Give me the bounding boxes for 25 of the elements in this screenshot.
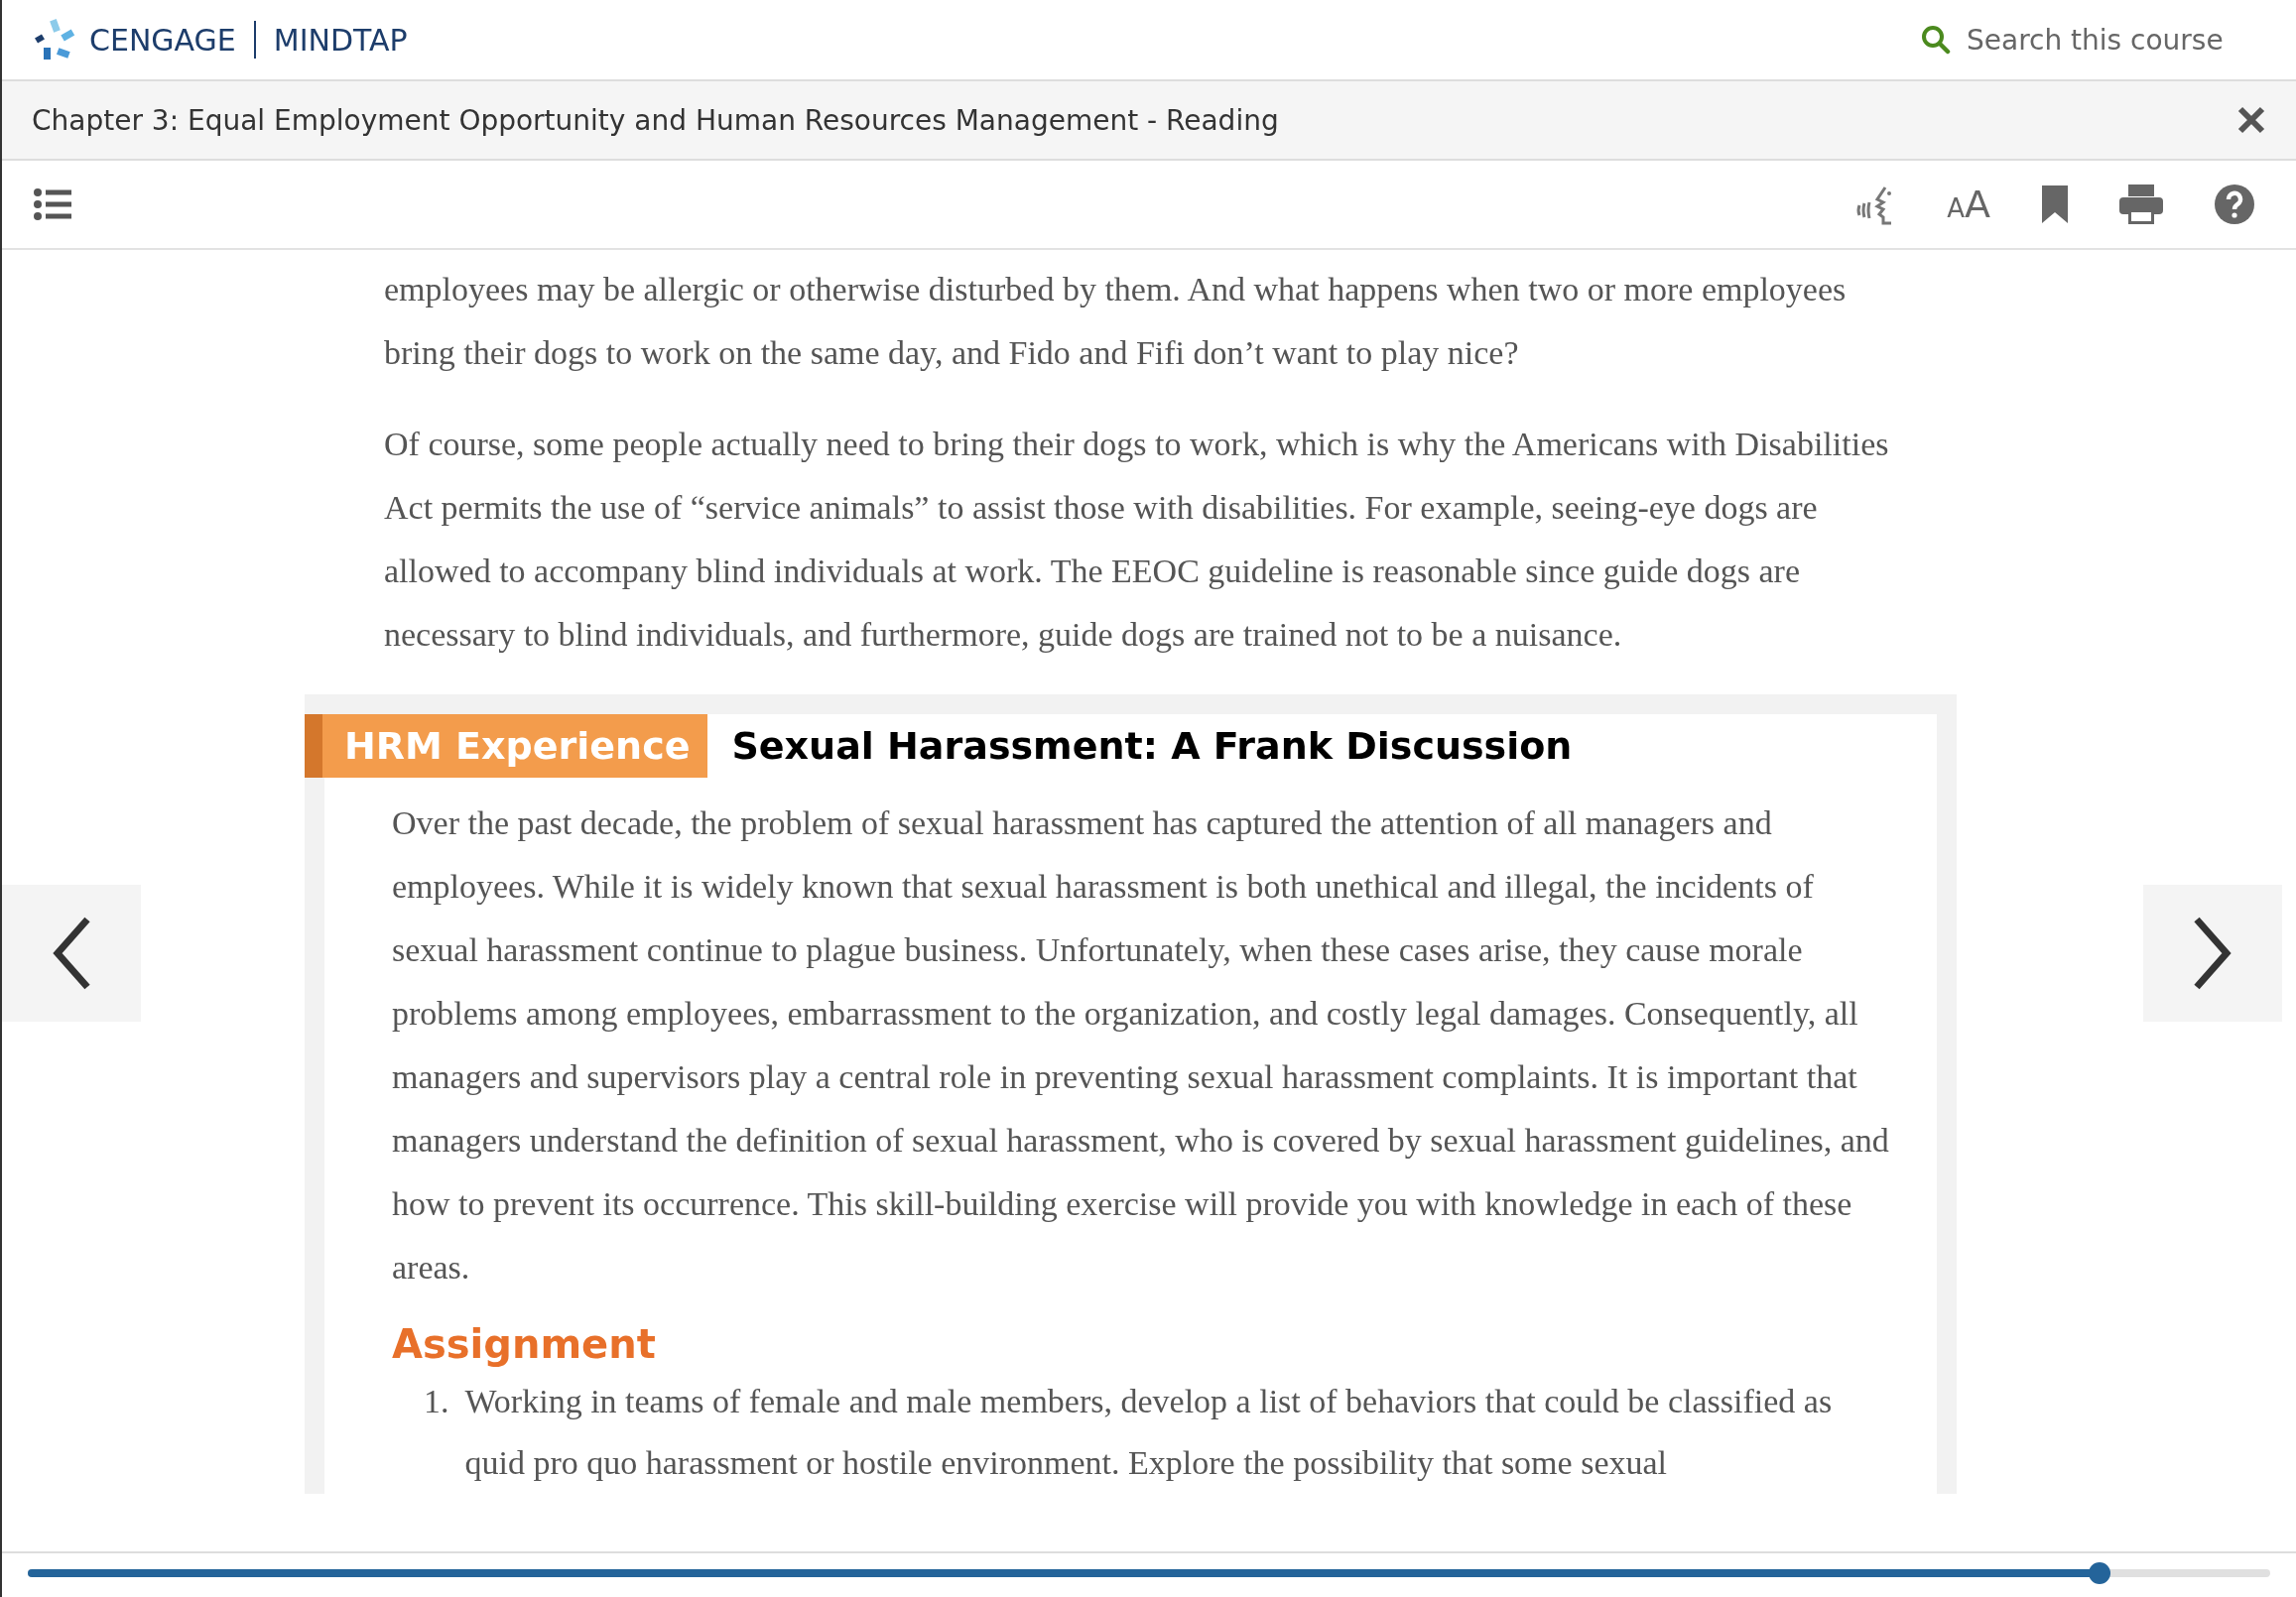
chevron-left-icon	[52, 916, 91, 991]
logo-icon	[32, 18, 77, 61]
body-paragraph: employees may be allergic or otherwise disturbed by them. And what happens when two or more employees bring their dogs to work on the same day, and Fido and Fifi don’t want to play nice?	[384, 270, 1848, 373]
search-field[interactable]: Search this course	[1965, 22, 2266, 58]
search-icon[interactable]	[1921, 25, 1951, 55]
help-icon[interactable]	[2215, 184, 2254, 224]
list-number: 1.	[424, 1382, 449, 1421]
list-icon[interactable]	[34, 188, 71, 220]
chevron-right-icon	[2193, 916, 2232, 991]
close-icon[interactable]	[2236, 105, 2266, 135]
progress-handle[interactable]	[2089, 1562, 2111, 1584]
text-size-button[interactable]: AA	[1947, 183, 1990, 226]
chapter-title: Chapter 3: Equal Employment Opportunity and Human Resources Management - Reading	[32, 103, 1280, 137]
feature-label: HRM Experience	[305, 714, 708, 778]
previous-page-button[interactable]	[2, 885, 141, 1022]
product-name: MINDTAP	[273, 22, 408, 58]
body-paragraph: Of course, some people actually need to bring their dogs to work, which is why the Americans with Disabilities Act permits the use of “service animals” to assist those with disabilities. For example, seeing-eye dogs are allowed to accompany blind individuals at work. The EEOC guideline is reasonable since guide dogs are necessary to blind individuals, and furthermore, guide dogs are trained not to be a nuisance.	[384, 425, 1890, 655]
brand-name: CENGAGE	[89, 22, 236, 58]
list-item-text: Working in teams of female and male members, develop a list of behaviors that could be classified as quid pro quo harassment or hostile environment. Explore the possibility that some sexual	[464, 1382, 1834, 1483]
feature-title: Sexual Harassment: A Frank Discussion	[731, 724, 1573, 768]
section-heading: Assignment	[392, 1321, 657, 1367]
next-page-button[interactable]	[2143, 885, 2282, 1022]
print-icon[interactable]	[2119, 184, 2163, 224]
feature-paragraph: Over the past decade, the problem of sexual harassment has captured the attention of all managers and employees. While it is widely known that sexual harassment is both unethical and illegal, the incidents of sexual harassment continue to plague business. Unfortunately, when these cases arise, they cause morale problems among employees, embarrassment to the organization, and costly legal damages. Consequently, all managers and supervisors play a central role in preventing sexual harassment complaints. It is important that managers understand the definition of sexual harassment, who is covered by sexual harassment guidelines, and how to prevent its occurrence. This skill-building exercise will provide you with knowledge in each of these areas.	[392, 803, 1890, 1288]
bookmark-icon[interactable]	[2042, 185, 2068, 223]
